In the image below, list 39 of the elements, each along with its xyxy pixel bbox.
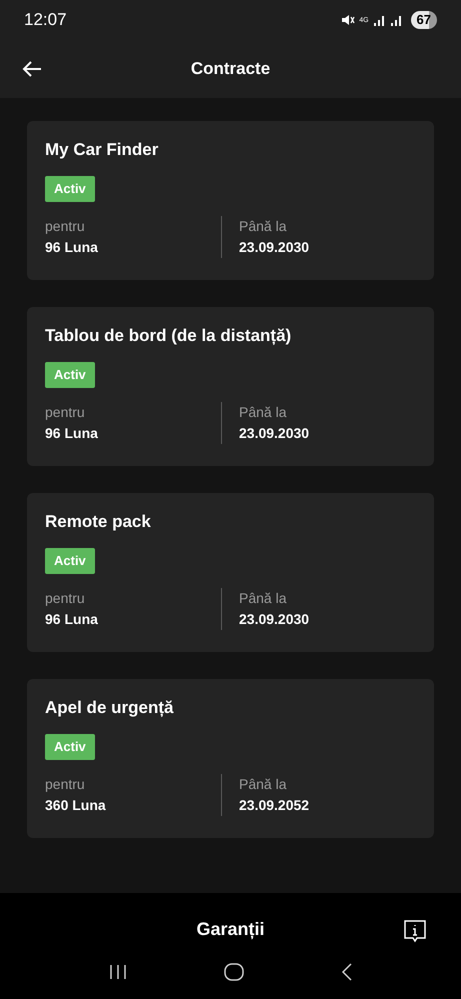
contract-title: Remote pack <box>45 511 152 533</box>
end-date-value: 23.09.2030 <box>239 424 310 443</box>
duration-label: pentru <box>45 775 86 794</box>
contract-card[interactable]: Remote pack Activ pentru 96 Luna Până la 23.09.2030 <box>27 493 434 652</box>
back-nav-icon[interactable] <box>340 963 352 981</box>
page-title: Contracte <box>190 58 270 80</box>
contract-title: Tablou de bord (de la distanță) <box>45 325 292 347</box>
end-date-label: Până la <box>239 589 288 608</box>
contract-card[interactable]: My Car Finder Activ pentru 96 Luna Până la 23.09.2030 <box>27 121 434 280</box>
duration-label: pentru <box>45 217 86 236</box>
duration-label: pentru <box>45 403 86 422</box>
contract-card[interactable]: Tablou de bord (de la distanță) Activ pentru 96 Luna Până la 23.09.2030 <box>27 307 434 466</box>
duration-value: 96 Luna <box>45 610 99 629</box>
duration-value: 96 Luna <box>45 424 99 443</box>
status-time: 12:07 <box>24 9 67 32</box>
mute-icon <box>341 13 356 27</box>
signal-icon <box>372 14 386 26</box>
end-date-value: 23.09.2030 <box>239 610 310 629</box>
end-date-label: Până la <box>239 775 288 794</box>
contract-title: My Car Finder <box>45 139 160 161</box>
recent-apps-icon[interactable] <box>108 964 126 980</box>
end-date-value: 23.09.2030 <box>239 238 310 257</box>
section-title: Garanții <box>196 918 265 942</box>
status-badge: Activ <box>45 734 95 760</box>
duration-label: pentru <box>45 589 86 608</box>
battery-level: 67 <box>410 11 437 29</box>
info-icon[interactable] <box>403 919 427 943</box>
contract-title: Apel de urgență <box>45 697 174 719</box>
end-date-value: 23.09.2052 <box>239 796 310 815</box>
end-date-label: Până la <box>239 403 288 422</box>
home-icon[interactable] <box>224 963 244 981</box>
status-badge: Activ <box>45 362 95 388</box>
contract-card[interactable]: Apel de urgență Activ pentru 360 Luna Până la 23.09.2052 <box>27 679 434 838</box>
status-badge: Activ <box>45 176 95 202</box>
duration-value: 96 Luna <box>45 238 99 257</box>
duration-value: 360 Luna <box>45 796 107 815</box>
signal-icon <box>390 14 403 26</box>
end-date-label: Până la <box>239 217 288 236</box>
status-badge: Activ <box>45 548 95 574</box>
